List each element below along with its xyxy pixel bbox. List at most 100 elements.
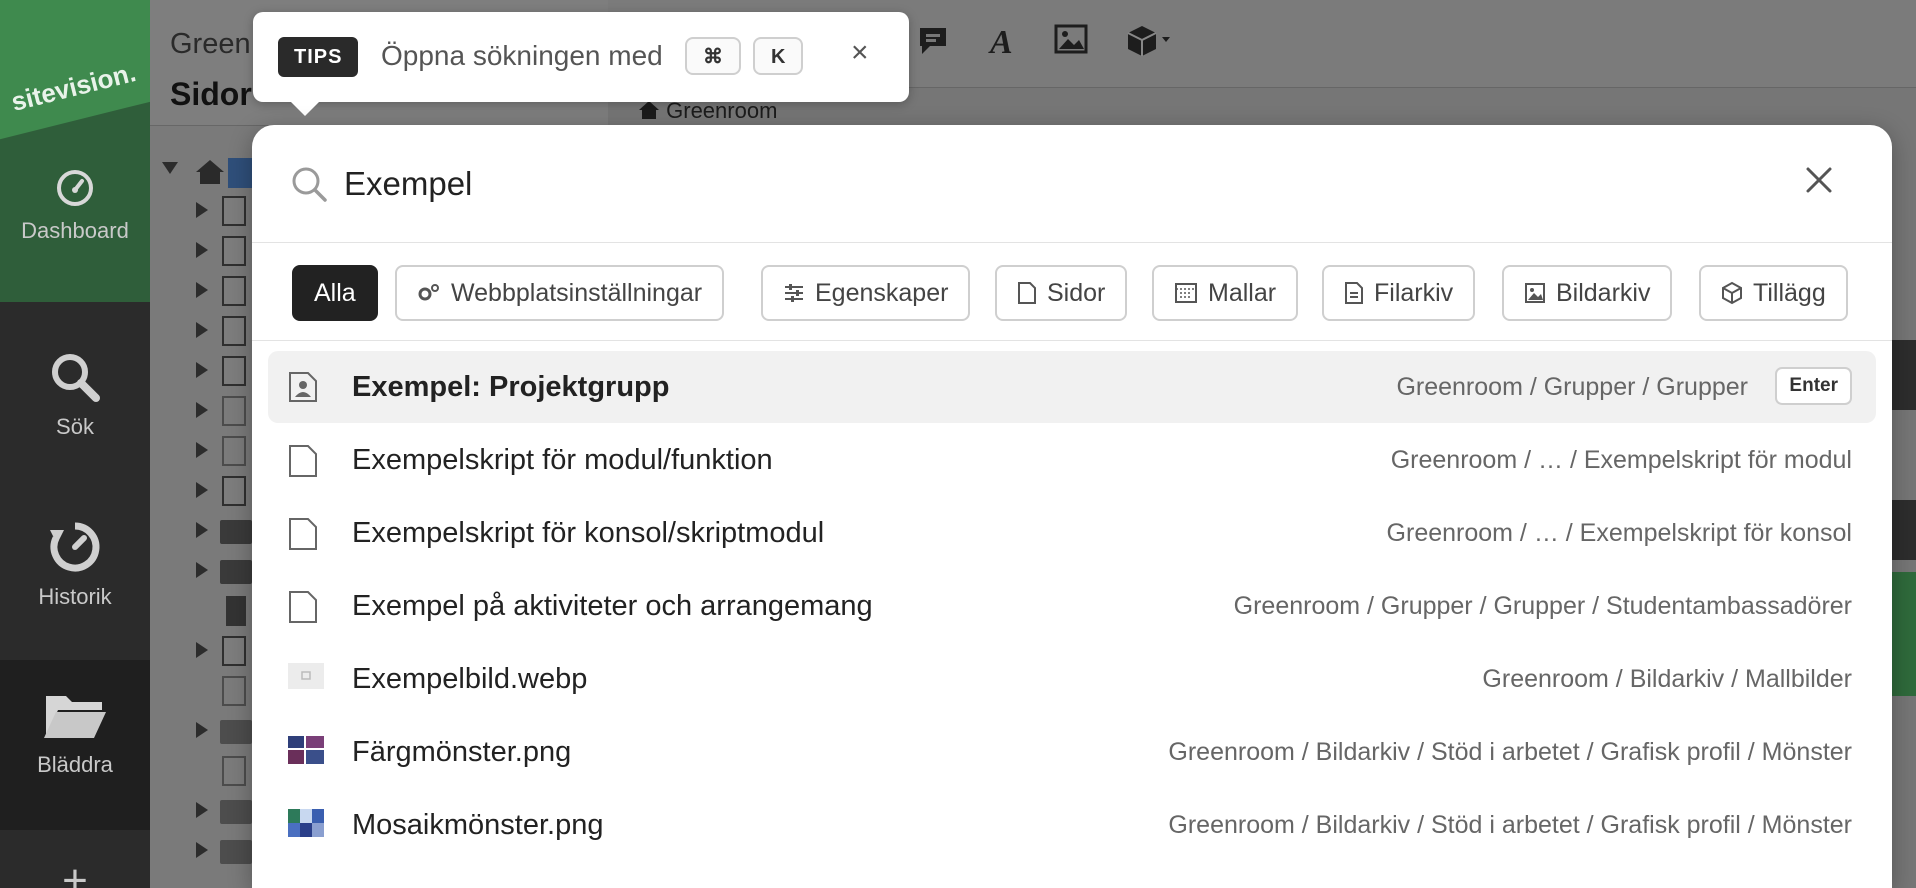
gauge-icon: [57, 170, 93, 206]
filter-templates-label: Mallar: [1208, 278, 1277, 307]
filter-image-archive[interactable]: Bildarkiv: [1502, 265, 1673, 321]
page-icon: [1017, 281, 1037, 305]
tips-badge: TIPS: [278, 37, 359, 77]
tree-node[interactable]: [196, 756, 256, 786]
tree-node[interactable]: [196, 836, 256, 864]
close-icon[interactable]: [1804, 165, 1834, 195]
page-icon: [288, 517, 318, 556]
gears-icon: [417, 282, 441, 304]
image-icon: [1524, 282, 1546, 304]
tree-node[interactable]: [196, 396, 256, 426]
tree-node[interactable]: [196, 796, 256, 824]
module-dropdown-icon[interactable]: [1126, 24, 1172, 67]
add-icon[interactable]: +: [0, 856, 150, 888]
template-icon: [1174, 282, 1198, 304]
filter-properties-label: Egenskaper: [815, 278, 949, 307]
tree-node[interactable]: [196, 196, 256, 226]
filter-pages-label: Sidor: [1047, 278, 1106, 307]
result-title: Exempel på aktiviteter och arrangemang: [352, 590, 873, 622]
filter-templates[interactable]: Mallar: [1152, 265, 1299, 321]
tree-node[interactable]: [196, 556, 256, 584]
result-title: Exempel: Projektgrupp: [352, 371, 670, 403]
result-path: Greenroom / Grupper / Grupper / Studenta…: [1233, 592, 1852, 620]
history-icon: [50, 522, 100, 572]
tips-text: Öppna sökningen med: [381, 40, 663, 71]
color-pattern-thumbnail-icon: [288, 736, 324, 769]
nav-search[interactable]: Sök: [0, 350, 150, 440]
search-icon: [52, 354, 100, 402]
tree-node[interactable]: [196, 676, 256, 706]
tree-node[interactable]: [196, 356, 256, 386]
tree-site-title: Green: [170, 28, 251, 60]
insert-image-icon[interactable]: [1054, 24, 1088, 63]
tree-node[interactable]: [196, 436, 256, 466]
filter-all-label: Alla: [314, 278, 356, 307]
search-icon: [292, 167, 327, 202]
group-portrait-icon: [288, 371, 318, 408]
cube-icon: [1721, 281, 1743, 305]
tree-node[interactable]: [196, 716, 256, 744]
result-path: Greenroom / … / Exempelskript för konsol: [1386, 519, 1852, 547]
sliders-icon: [783, 282, 805, 304]
result-title: Exempelbild.webp: [352, 663, 588, 695]
search-modal: Alla Webbplatsinställningar Egenskaper S…: [252, 125, 1892, 888]
image-thumbnail-icon: [288, 663, 324, 694]
result-path: Greenroom / Grupper / Grupper: [1396, 373, 1748, 401]
result-path: Greenroom / Bildarkiv / Stöd i arbetet /…: [1168, 811, 1852, 839]
filter-site-settings[interactable]: Webbplatsinställningar: [395, 265, 725, 321]
filter-image-archive-label: Bildarkiv: [1556, 278, 1651, 307]
k-key: K: [753, 37, 804, 75]
search-bar: [252, 125, 1892, 243]
tree-node[interactable]: [196, 316, 256, 346]
command-key: ⌘: [685, 37, 741, 75]
text-style-icon[interactable]: A: [990, 24, 1013, 62]
result-item[interactable]: Exempelskript för modul/funktion Greenro…: [268, 424, 1876, 496]
enter-key-hint: Enter: [1775, 367, 1852, 405]
tips-close-button[interactable]: ×: [851, 36, 869, 70]
search-input[interactable]: [344, 159, 1744, 209]
filter-file-archive[interactable]: Filarkiv: [1322, 265, 1476, 321]
result-title: Mosaikmönster.png: [352, 809, 604, 841]
tree-node[interactable]: [196, 516, 256, 544]
logo-band: sitevision.: [0, 0, 150, 140]
nav-history[interactable]: Historik: [0, 520, 150, 610]
result-item[interactable]: Exempel: Projektgrupp Greenroom / Gruppe…: [268, 351, 1876, 423]
home-icon: [639, 101, 659, 119]
result-path: Greenroom / Bildarkiv / Stöd i arbetet /…: [1168, 738, 1852, 766]
folder-open-icon: [44, 696, 106, 738]
result-item[interactable]: Exempelbild.webp Greenroom / Bildarkiv /…: [268, 643, 1876, 715]
filter-site-settings-label: Webbplatsinställningar: [451, 278, 703, 307]
result-title: Exempelskript för modul/funktion: [352, 444, 773, 476]
trash-node[interactable]: [196, 596, 256, 626]
result-path: Greenroom / Bildarkiv / Mallbilder: [1482, 665, 1852, 693]
nav-dashboard-label: Dashboard: [21, 218, 129, 243]
tree-node[interactable]: [196, 476, 256, 506]
result-title: Exempelskript för konsol/skriptmodul: [352, 517, 825, 549]
filter-addons[interactable]: Tillägg: [1699, 265, 1848, 321]
page-icon: [288, 444, 318, 483]
file-text-icon: [1344, 281, 1364, 305]
result-item[interactable]: Exempelskript för konsol/skriptmodul Gre…: [268, 497, 1876, 569]
nav-dashboard[interactable]: Dashboard: [0, 168, 150, 244]
comment-icon[interactable]: [918, 24, 952, 65]
app-sidebar: sitevision. Dashboard Sök Historik Blädd…: [0, 0, 150, 888]
tree-section-title: Sidor: [170, 76, 252, 112]
result-item[interactable]: Exempel på aktiviteter och arrangemang G…: [268, 570, 1876, 642]
tree-node[interactable]: [196, 236, 256, 266]
filter-all[interactable]: Alla: [292, 265, 378, 321]
page-icon: [288, 590, 318, 629]
nav-browse-label: Bläddra: [37, 752, 113, 777]
result-path: Greenroom / … / Exempelskript för modul: [1390, 446, 1852, 474]
tips-popover: TIPS Öppna sökningen med ⌘ K ×: [253, 12, 909, 116]
nav-browse[interactable]: Bläddra: [0, 660, 150, 830]
filter-file-archive-label: Filarkiv: [1374, 278, 1454, 307]
nav-history-label: Historik: [38, 584, 112, 609]
tree-node[interactable]: [196, 636, 256, 666]
tree-node[interactable]: [196, 276, 256, 306]
filter-pages[interactable]: Sidor: [995, 265, 1128, 321]
result-item[interactable]: Mosaikmönster.png Greenroom / Bildarkiv …: [268, 789, 1876, 861]
filter-addons-label: Tillägg: [1753, 278, 1826, 307]
result-title: Färgmönster.png: [352, 736, 572, 768]
result-item[interactable]: Färgmönster.png Greenroom / Bildarkiv / …: [268, 716, 1876, 788]
filter-properties[interactable]: Egenskaper: [761, 265, 971, 321]
